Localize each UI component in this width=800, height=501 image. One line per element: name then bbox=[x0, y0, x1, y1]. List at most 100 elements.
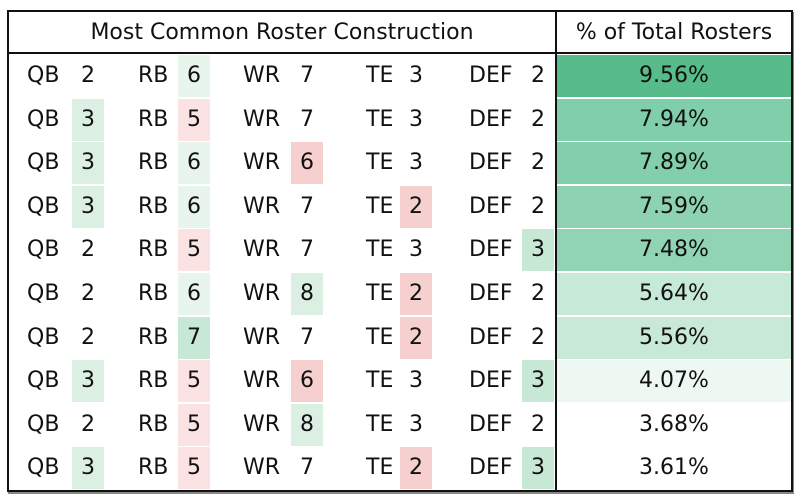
position-label: QB bbox=[27, 324, 60, 350]
position-count: 3 bbox=[409, 411, 423, 437]
position-count: 3 bbox=[72, 185, 104, 228]
position-label: TE bbox=[366, 368, 394, 394]
position-count: 7 bbox=[300, 324, 314, 350]
position-label: WR bbox=[243, 106, 281, 132]
position-label: RB bbox=[138, 237, 169, 263]
position-label: TE bbox=[366, 193, 394, 219]
position-label: TE bbox=[366, 237, 394, 263]
position-label: QB bbox=[27, 411, 60, 437]
table-row: QB 2 RB 5 WR 7 TE 3 DEF 3 7.48% bbox=[9, 228, 791, 272]
position-label: RB bbox=[138, 455, 169, 481]
position-count: 2 bbox=[531, 324, 545, 350]
percent-cell: 9.56% bbox=[557, 55, 791, 97]
position-count: 8 bbox=[291, 273, 323, 315]
position-count: 2 bbox=[531, 281, 545, 306]
position-count: 5 bbox=[178, 360, 210, 403]
position-count: 6 bbox=[178, 55, 210, 97]
position-count: 6 bbox=[178, 185, 210, 228]
position-label: DEF bbox=[469, 324, 513, 350]
position-label: DEF bbox=[469, 150, 513, 176]
position-label: RB bbox=[138, 63, 169, 88]
percent-cell: 7.94% bbox=[557, 98, 791, 141]
position-count: 3 bbox=[409, 106, 423, 132]
position-count: 3 bbox=[72, 447, 104, 490]
position-count: 7 bbox=[178, 316, 210, 359]
percent-cell: 5.64% bbox=[557, 273, 791, 315]
position-count: 2 bbox=[531, 63, 545, 88]
position-count: 5 bbox=[178, 447, 210, 490]
position-label: TE bbox=[366, 150, 394, 176]
position-label: WR bbox=[243, 455, 281, 481]
header-percent: % of Total Rosters bbox=[555, 12, 791, 54]
position-count: 2 bbox=[400, 316, 432, 359]
percent-cell: 7.48% bbox=[557, 229, 791, 272]
position-count: 6 bbox=[178, 273, 210, 315]
position-count: 2 bbox=[81, 237, 95, 263]
position-count: 3 bbox=[522, 447, 554, 490]
table-row: QB 3 RB 6 WR 6 TE 3 DEF 2 7.89% bbox=[9, 141, 791, 185]
table-row: QB 3 RB 5 WR 7 TE 2 DEF 3 3.61% bbox=[9, 446, 791, 490]
position-label: DEF bbox=[469, 368, 513, 394]
position-label: DEF bbox=[469, 455, 513, 481]
position-count: 7 bbox=[300, 106, 314, 132]
percent-cell: 7.89% bbox=[557, 142, 791, 185]
position-label: RB bbox=[138, 281, 169, 306]
position-count: 2 bbox=[531, 150, 545, 176]
position-count: 7 bbox=[300, 237, 314, 263]
position-count: 5 bbox=[178, 229, 210, 272]
position-label: WR bbox=[243, 324, 281, 350]
position-count: 7 bbox=[300, 193, 314, 219]
position-label: WR bbox=[243, 368, 281, 394]
position-count: 2 bbox=[400, 273, 432, 315]
position-label: RB bbox=[138, 193, 169, 219]
position-count: 3 bbox=[409, 237, 423, 263]
position-label: WR bbox=[243, 193, 281, 219]
position-label: TE bbox=[366, 106, 394, 132]
position-label: QB bbox=[27, 63, 60, 88]
position-label: TE bbox=[366, 63, 394, 88]
position-label: WR bbox=[243, 150, 281, 176]
position-label: RB bbox=[138, 150, 169, 176]
position-label: WR bbox=[243, 63, 281, 88]
table-row: QB 3 RB 6 WR 7 TE 2 DEF 2 7.59% bbox=[9, 185, 791, 229]
position-label: QB bbox=[27, 106, 60, 132]
position-count: 5 bbox=[178, 403, 210, 446]
position-count: 3 bbox=[409, 368, 423, 394]
position-label: QB bbox=[27, 281, 60, 306]
position-label: TE bbox=[366, 324, 394, 350]
table-row: QB 2 RB 6 WR 8 TE 2 DEF 2 5.64% bbox=[9, 272, 791, 316]
position-label: DEF bbox=[469, 193, 513, 219]
position-label: TE bbox=[366, 411, 394, 437]
percent-cell: 3.61% bbox=[557, 447, 791, 490]
position-count: 2 bbox=[400, 447, 432, 490]
position-label: RB bbox=[138, 106, 169, 132]
position-label: RB bbox=[138, 368, 169, 394]
position-count: 6 bbox=[291, 360, 323, 403]
percent-cell: 7.59% bbox=[557, 185, 791, 228]
position-count: 2 bbox=[531, 411, 545, 437]
percent-cell: 3.68% bbox=[557, 403, 791, 446]
table-row: QB 2 RB 6 WR 7 TE 3 DEF 2 9.56% bbox=[9, 54, 791, 98]
position-label: WR bbox=[243, 237, 281, 263]
position-count: 6 bbox=[178, 142, 210, 185]
position-count: 7 bbox=[300, 455, 314, 481]
position-count: 8 bbox=[291, 403, 323, 446]
position-label: WR bbox=[243, 281, 281, 306]
table-row: QB 2 RB 5 WR 8 TE 3 DEF 2 3.68% bbox=[9, 403, 791, 447]
table-row: QB 2 RB 7 WR 7 TE 2 DEF 2 5.56% bbox=[9, 316, 791, 360]
position-count: 3 bbox=[72, 360, 104, 403]
position-label: QB bbox=[27, 237, 60, 263]
position-label: DEF bbox=[469, 281, 513, 306]
position-label: QB bbox=[27, 150, 60, 176]
position-label: QB bbox=[27, 455, 60, 481]
position-label: DEF bbox=[469, 411, 513, 437]
table-row: QB 3 RB 5 WR 7 TE 3 DEF 2 7.94% bbox=[9, 98, 791, 142]
position-count: 3 bbox=[72, 98, 104, 141]
position-count: 2 bbox=[81, 324, 95, 350]
position-count: 2 bbox=[81, 281, 95, 306]
position-label: DEF bbox=[469, 106, 513, 132]
position-count: 3 bbox=[409, 63, 423, 88]
position-count: 3 bbox=[522, 229, 554, 272]
header-construction: Most Common Roster Construction bbox=[9, 12, 555, 54]
position-label: WR bbox=[243, 411, 281, 437]
